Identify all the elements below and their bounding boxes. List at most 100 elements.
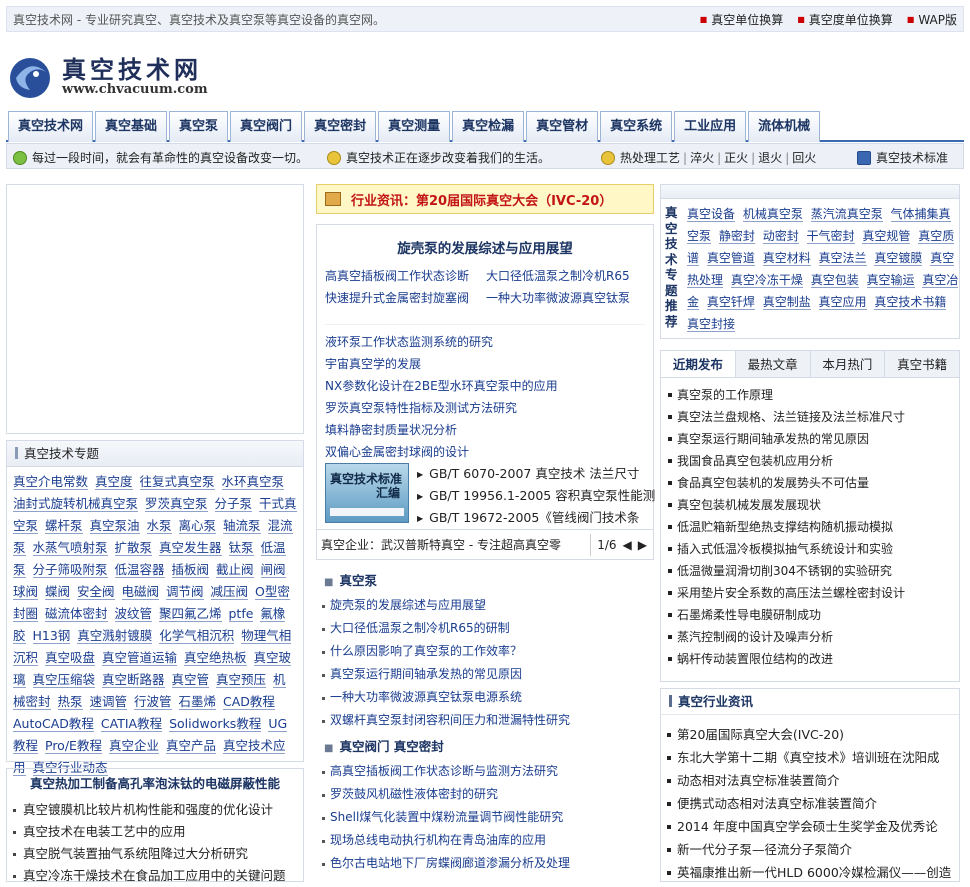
topic-tag-link[interactable]: 分子筛吸附泵 — [32, 562, 108, 578]
topic-tag-link[interactable]: 蝶阀 — [45, 584, 71, 600]
list-item[interactable]: 现场总线电动执行机构在青岛油库的应用 — [316, 829, 654, 852]
list-item[interactable]: 真空脱气装置抽气系统阻降过大分析研究 — [7, 843, 303, 865]
nav-tab-fluid-machinery[interactable]: 流体机械 — [748, 111, 821, 142]
standards-book-cover[interactable]: 真空技术标准 汇编 — [325, 463, 409, 523]
topic-tag-link[interactable]: 油封式旋转机械真空泵 — [13, 496, 139, 512]
topic-tag-link[interactable]: 真空溅射镀膜 — [77, 628, 153, 644]
nav-tab-valves[interactable]: 真空阀门 — [230, 111, 303, 142]
topic-tag-link[interactable]: 安全阀 — [77, 584, 115, 600]
topic-tag-link[interactable]: 插板阀 — [171, 562, 210, 578]
topic-tag-link[interactable]: 真空发生器 — [159, 540, 222, 556]
topic-tag-link[interactable]: 往复式真空泵 — [139, 474, 215, 490]
topic-tag-link[interactable]: H13钢 — [32, 628, 71, 644]
topic-tag-link[interactable]: 闸阀 — [260, 562, 286, 578]
list-item[interactable]: 便携式动态相对法真空标准装置简介 — [661, 792, 959, 815]
list-item[interactable]: 真空法兰盘规格、法兰链接及法兰标准尺寸 — [661, 406, 959, 428]
topic-tag-link[interactable]: 热泵 — [57, 694, 83, 710]
topic-tag-link[interactable]: CAD教程 — [223, 694, 275, 710]
recent-article-link[interactable]: 采用垫片安全系数的高压法兰螺栓密封设计 — [677, 586, 905, 600]
article-link[interactable]: 高真空插板阀工作状态诊断与监测方法研究 — [330, 764, 558, 778]
topic-tag-link[interactable]: CATIA教程 — [100, 716, 163, 732]
topic-tag-link[interactable]: 磁流体密封 — [45, 606, 108, 622]
topic-tag-link[interactable]: 水环真空泵 — [221, 474, 285, 490]
list-item[interactable]: 东北大学第十二期《真空技术》培训班在沈阳成 — [661, 746, 959, 769]
topic-tag-link[interactable]: 真空泵油 — [89, 518, 140, 534]
topic-recommend-link[interactable]: 真空技术书籍 — [874, 295, 947, 310]
article-link[interactable]: 现场总线电动执行机构在青岛油库的应用 — [330, 833, 546, 847]
headline-link[interactable]: 宇宙真空学的发展 — [325, 357, 421, 371]
article-link[interactable]: 色尔古电站地下厂房蝶阀廊道渗漏分析及处理 — [330, 856, 570, 870]
standard-item[interactable]: GB/T 19672-2005《管线阀门技术条 — [417, 507, 655, 529]
topic-recommend-link[interactable]: 真空输运 — [866, 273, 915, 288]
list-item[interactable]: 新一代分子泵—径流分子泵简介 — [661, 838, 959, 861]
topic-recommend-link[interactable]: 真空材料 — [762, 251, 811, 266]
topic-recommend-link[interactable]: 真空钎焊 — [706, 295, 755, 310]
topic-tag-link[interactable]: 真空度 — [95, 474, 133, 490]
topic-tag-link[interactable]: 行波管 — [134, 694, 172, 710]
topic-tag-link[interactable]: 真空绝热板 — [184, 650, 247, 666]
recent-article-link[interactable]: 蒸汽控制阀的设计及噪声分析 — [677, 630, 833, 644]
industry-news-link[interactable]: 2014 年度中国真空学会硕士生奖学金及优秀论 — [677, 819, 938, 834]
topic-tag-link[interactable]: 离心泵 — [178, 518, 217, 534]
list-item[interactable]: 高真空插板阀工作状态诊断与监测方法研究 — [316, 760, 654, 783]
quench-link[interactable]: 淬火 — [690, 151, 714, 165]
industry-news-link[interactable]: 便携式动态相对法真空标准装置简介 — [677, 796, 877, 811]
topic-recommend-link[interactable]: 静密封 — [718, 229, 755, 244]
featured-article-link[interactable]: 真空冷冻干燥技术在食品加工应用中的关键问题 — [23, 868, 286, 883]
anneal-link[interactable]: 退火 — [758, 151, 782, 165]
topic-tag-link[interactable]: 螺杆泵 — [45, 518, 83, 534]
wap-link[interactable]: WAP版 — [907, 11, 957, 28]
list-item[interactable]: 旋壳泵的发展综述与应用展望 — [316, 594, 654, 617]
topic-recommend-link[interactable]: 真空设备 — [687, 207, 736, 222]
topic-tag-link[interactable]: 真空压缩袋 — [32, 672, 96, 688]
topic-tag-link[interactable]: 低温容器 — [114, 562, 165, 578]
headline-link[interactable]: 快速提升式金属密封旋塞阀 — [325, 287, 486, 309]
topic-recommend-link[interactable]: 干气密封 — [806, 229, 855, 244]
headline-link[interactable]: 液环泵工作状态监测系统的研究 — [325, 335, 493, 349]
nav-tab-pumps[interactable]: 真空泵 — [169, 111, 229, 142]
nav-tab-basics[interactable]: 真空基础 — [95, 111, 168, 142]
nav-tab-measurement[interactable]: 真空测量 — [378, 111, 451, 142]
topic-recommend-link[interactable]: 真空包装 — [810, 273, 859, 288]
list-item[interactable]: 英福康推出新一代HLD 6000冷媒检漏仪——创造 — [661, 861, 959, 884]
nav-tab-systems[interactable]: 真空系统 — [600, 111, 673, 142]
article-link[interactable]: 旋壳泵的发展综述与应用展望 — [330, 598, 486, 612]
list-item[interactable]: 2014 年度中国真空学会硕士生奖学金及优秀论 — [661, 815, 959, 838]
topic-recommend-link[interactable]: 真空封接 — [687, 317, 736, 332]
topic-recommend-link[interactable]: 蒸汽流真空泵 — [810, 207, 883, 222]
recent-article-link[interactable]: 真空法兰盘规格、法兰链接及法兰标准尺寸 — [677, 410, 905, 424]
topic-tag-link[interactable]: 水蒸气喷射泵 — [32, 540, 108, 556]
topic-recommend-link[interactable]: 动密封 — [762, 229, 799, 244]
topic-tag-link[interactable]: 扩散泵 — [114, 540, 153, 556]
featured-article-link[interactable]: 真空技术在电装工艺中的应用 — [23, 824, 186, 839]
list-item[interactable]: 色尔古电站地下厂房蝶阀廊道渗漏分析及处理 — [316, 852, 654, 875]
topic-tag-link[interactable]: 电磁阀 — [121, 584, 160, 600]
temper-link[interactable]: 回火 — [792, 151, 816, 165]
list-item[interactable]: 第20届国际真空大会(IVC-20) — [661, 723, 959, 746]
topic-tag-link[interactable]: 速调管 — [89, 694, 128, 710]
topic-tag-link[interactable]: 分子泵 — [214, 496, 253, 512]
topic-recommend-link[interactable]: 真空管道 — [706, 251, 755, 266]
section-title[interactable]: 真空泵 — [316, 570, 654, 592]
topic-tag-link[interactable]: 调节阀 — [166, 584, 204, 600]
topic-tag-link[interactable]: 真空断路器 — [102, 672, 165, 688]
list-item[interactable]: 一种大功率微波源真空钛泵电源系统 — [316, 686, 654, 709]
tab-hottest[interactable]: 最热文章 — [736, 351, 811, 377]
recent-article-link[interactable]: 真空泵运行期间轴承发热的常见原因 — [677, 432, 869, 446]
tab-books[interactable]: 真空书籍 — [885, 351, 959, 377]
topic-tag-link[interactable]: 罗茨真空泵 — [145, 496, 208, 512]
recent-article-link[interactable]: 蜗杆传动装置限位结构的改进 — [677, 652, 833, 666]
list-item[interactable]: 低温微量润滑切削304不锈钢的实验研究 — [661, 560, 959, 582]
list-item[interactable]: 双螺杆真空泵封闭容积间压力和泄漏特性研究 — [316, 709, 654, 732]
recent-article-link[interactable]: 真空包装机械发展发展现状 — [677, 498, 821, 512]
list-item[interactable]: Shell煤气化装置中煤粉流量调节阀性能研究 — [316, 806, 654, 829]
standard-item[interactable]: GB/T 19956.1-2005 容积真空泵性能测 — [417, 485, 655, 507]
nav-tab-leak-detection[interactable]: 真空检漏 — [452, 111, 525, 142]
article-link[interactable]: 一种大功率微波源真空钛泵电源系统 — [330, 690, 522, 704]
headline-link[interactable]: 一种大功率微波源真空钛泵 — [486, 287, 630, 309]
featured-article-link[interactable]: 真空镀膜机比较片机构性能和强度的优化设计 — [23, 802, 273, 817]
list-item[interactable]: 低温贮箱新型绝热支撑结构随机振动模拟 — [661, 516, 959, 538]
list-item[interactable]: 真空泵的工作原理 — [661, 384, 959, 406]
tab-monthly[interactable]: 本月热门 — [811, 351, 886, 377]
topic-tag-link[interactable]: 波纹管 — [114, 606, 153, 622]
